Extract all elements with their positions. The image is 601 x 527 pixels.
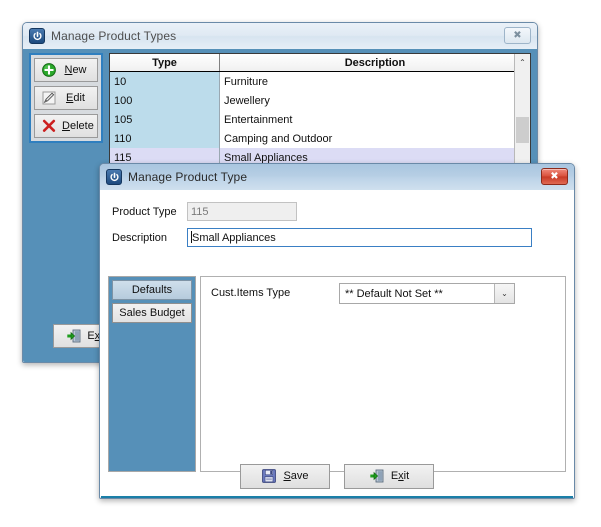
power-icon (29, 28, 45, 44)
cust-items-type-label: Cust.Items Type (211, 287, 291, 299)
scrollbar-thumb[interactable] (516, 117, 529, 143)
edit-button[interactable]: Edit (34, 86, 98, 110)
cust-items-type-select[interactable]: ** Default Not Set ** ⌄ (339, 283, 515, 304)
exit-door-icon (369, 468, 385, 484)
description-row: Description Small Appliances (112, 228, 532, 247)
grid-header-type: Type (110, 54, 220, 71)
cell-type: 10 (110, 72, 220, 91)
product-type-input: 115 (187, 202, 297, 221)
close-icon: ✖ (513, 29, 522, 41)
front-window-close-button[interactable]: ✖ (541, 168, 568, 185)
front-window-body: Product Type 115 Description Small Appli… (100, 190, 574, 498)
cell-type: 105 (110, 110, 220, 129)
cell-description: Camping and Outdoor (220, 129, 530, 148)
x-mark-icon (41, 118, 57, 134)
new-button[interactable]: New (34, 58, 98, 82)
cell-description: Jewellery (220, 91, 530, 110)
description-label: Description (112, 231, 168, 244)
save-button[interactable]: Save (240, 463, 330, 489)
cust-items-type-value: ** Default Not Set ** (345, 287, 443, 300)
grid-header-description: Description (344, 56, 406, 69)
tab-content-defaults: Cust.Items Type ** Default Not Set ** ⌄ (200, 276, 566, 472)
description-input[interactable]: Small Appliances (187, 228, 532, 247)
cell-description: Furniture (220, 72, 530, 91)
dialog-exit-button[interactable]: Exit (344, 463, 434, 489)
action-button-panel: New Edit Delete (29, 53, 103, 143)
front-window-titlebar[interactable]: Manage Product Type ✖ (100, 164, 574, 190)
floppy-disk-icon (261, 468, 277, 484)
close-icon: ✖ (550, 170, 559, 182)
delete-button[interactable]: Delete (34, 114, 98, 138)
back-window-close-button[interactable]: ✖ (504, 27, 531, 44)
dialog-footer: Save Exit (100, 454, 574, 498)
tab-defaults[interactable]: Defaults (112, 280, 192, 300)
dialog-exit-button-label: Exit (390, 470, 410, 482)
screen: Manage Product Types ✖ New Edit Delete E… (0, 0, 601, 527)
cell-type: 110 (110, 129, 220, 148)
grid-body: 10 Furniture 100 Jewellery 105 Entertainment 1… (110, 72, 530, 167)
product-type-row: Product Type 115 (112, 202, 297, 221)
front-window-title: Manage Product Type (128, 170, 248, 184)
manage-product-type-dialog: Manage Product Type ✖ Product Type 115 D… (99, 163, 575, 499)
dialog-accent-line (101, 496, 573, 498)
save-button-label: Save (283, 470, 309, 482)
table-row[interactable]: 10 Furniture (110, 72, 530, 91)
table-row[interactable]: 110 Camping and Outdoor (110, 129, 530, 148)
scroll-up-arrow-icon[interactable]: ⌃ (515, 54, 530, 70)
table-row[interactable]: 105 Entertainment (110, 110, 530, 129)
product-type-label: Product Type (112, 205, 177, 218)
table-row[interactable]: 100 Jewellery (110, 91, 530, 110)
tab-strip: Defaults Sales Budget (108, 276, 196, 472)
power-icon (106, 169, 122, 185)
cell-type: 100 (110, 91, 220, 110)
new-button-label: New (64, 64, 87, 76)
chevron-down-icon[interactable]: ⌄ (494, 284, 514, 303)
pencil-icon (41, 90, 57, 106)
exit-door-icon (66, 328, 82, 344)
cell-description: Entertainment (220, 110, 530, 129)
edit-button-label: Edit (66, 92, 85, 104)
back-window-title: Manage Product Types (51, 29, 177, 43)
plus-circle-icon (41, 62, 57, 78)
grid-header-row: Type Description (110, 54, 530, 72)
description-input-value: Small Appliances (192, 232, 276, 244)
delete-button-label: Delete (62, 120, 94, 132)
back-window-titlebar[interactable]: Manage Product Types ✖ (23, 23, 537, 49)
tab-sales-budget[interactable]: Sales Budget (112, 303, 192, 323)
